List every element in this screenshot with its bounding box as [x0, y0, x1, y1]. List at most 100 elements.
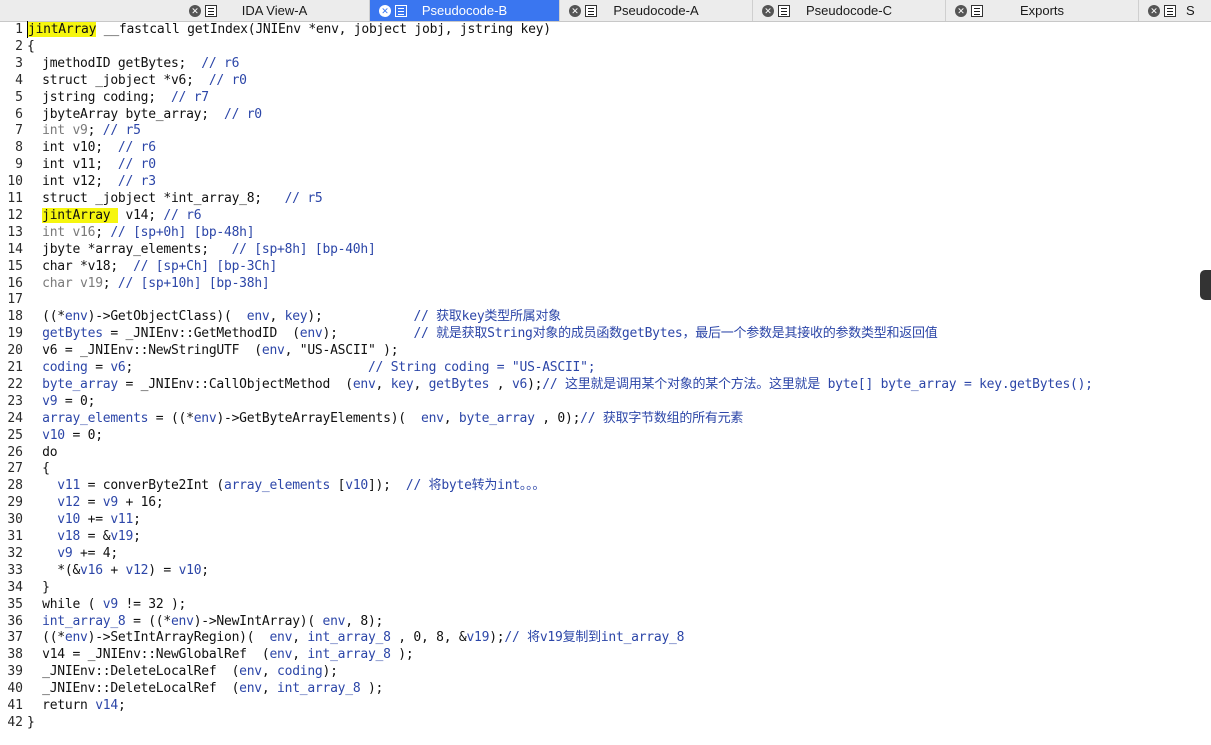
code-line[interactable]: 33 *(&v16 + v12) = v10; — [0, 562, 1200, 579]
code-comment: // [sp+10h] [bp-38h] — [110, 275, 270, 291]
code-line[interactable]: 40 _JNIEnv::DeleteLocalRef (env, int_arr… — [0, 680, 1200, 697]
code-token: ; — [133, 529, 141, 544]
code-line[interactable]: 22 byte_array = _JNIEnv::CallObjectMetho… — [0, 376, 1200, 393]
tab-exports[interactable]: ✕ Exports — [946, 0, 1139, 21]
code-line[interactable]: 38 v14 = _JNIEnv::NewGlobalRef (env, int… — [0, 646, 1200, 663]
close-icon[interactable]: ✕ — [569, 4, 581, 17]
close-icon[interactable]: ✕ — [955, 4, 967, 17]
line-number: 27 — [7, 461, 23, 477]
tab-ida-view-a[interactable]: ✕ IDA View-A — [180, 0, 370, 21]
code-line[interactable]: 7 int v9; // r5 — [0, 122, 1200, 139]
code-text: struct _jobject *int_array_8; // r5 — [27, 190, 323, 207]
tab-pseudocode-a[interactable]: ✕ Pseudocode-A — [560, 0, 753, 21]
code-text: byte_array = _JNIEnv::CallObjectMethod (… — [27, 376, 1093, 393]
code-text: int v12; // r3 — [27, 173, 156, 190]
code-line[interactable]: 12 jintArray v14; // r6 — [0, 207, 1200, 224]
code-line[interactable]: 37 ((*env)->SetIntArrayRegion)( env, int… — [0, 629, 1200, 646]
code-token: env — [239, 681, 262, 697]
line-number: 2 — [15, 38, 23, 54]
line-number: 39 — [7, 664, 23, 680]
code-token: byte_array — [458, 410, 535, 426]
code-line[interactable]: 32 v9 += 4; — [0, 545, 1200, 562]
line-number: 10 — [7, 174, 23, 190]
line-number: 37 — [7, 630, 23, 646]
code-line[interactable]: 21 coding = v6; // String coding = "US-A… — [0, 359, 1200, 376]
code-line[interactable]: 13 int v16; // [sp+0h] [bp-48h] — [0, 224, 1200, 241]
code-line[interactable]: 15 char *v18; // [sp+Ch] [bp-3Ch] — [0, 258, 1200, 275]
code-line[interactable]: 8 int v10; // r6 — [0, 139, 1200, 156]
code-line[interactable]: 35 while ( v9 != 32 ); — [0, 596, 1200, 613]
code-line[interactable]: 24 array_elements = ((*env)->GetByteArra… — [0, 410, 1200, 427]
code-line[interactable]: 3 jmethodID getBytes; // r6 — [0, 55, 1200, 72]
code-comment: // 就是获取String对象的成员函数getBytes，最后一个参数是其接收的… — [413, 326, 938, 342]
code-token: getBytes — [27, 326, 103, 342]
code-line[interactable]: 18 ((*env)->GetObjectClass)( env, key); … — [0, 308, 1200, 325]
line-number: 34 — [7, 579, 23, 595]
code-line[interactable]: 11 struct _jobject *int_array_8; // r5 — [0, 190, 1200, 207]
code-token: ); — [307, 309, 414, 325]
code-line[interactable]: 19 getBytes = _JNIEnv::GetMethodID (env)… — [0, 325, 1200, 342]
code-token: v18 — [27, 529, 81, 544]
code-line[interactable]: 29 v12 = v9 + 16; — [0, 494, 1200, 511]
code-token: key — [284, 309, 308, 325]
code-line[interactable]: 5 jstring coding; // r7 — [0, 89, 1200, 106]
code-line[interactable]: 20 v6 = _JNIEnv::NewStringUTF (env, "US-… — [0, 342, 1200, 359]
line-number: 12 — [7, 207, 23, 223]
code-line[interactable]: 10 int v12; // r3 — [0, 173, 1200, 190]
code-comment: // r3 — [117, 174, 156, 190]
code-text: } — [27, 579, 50, 596]
close-icon[interactable]: ✕ — [189, 4, 201, 17]
close-icon[interactable]: ✕ — [1148, 4, 1160, 17]
code-line[interactable]: 23 v9 = 0; — [0, 393, 1200, 410]
code-line[interactable]: 6 jbyteArray byte_array; // r0 — [0, 106, 1200, 123]
code-token: _JNIEnv::DeleteLocalRef ( — [27, 681, 240, 697]
line-number: 42 — [7, 714, 23, 730]
code-line[interactable]: 14 jbyte *array_elements; // [sp+8h] [bp… — [0, 241, 1200, 258]
code-line[interactable]: 16 char v19; // [sp+10h] [bp-38h] — [0, 275, 1200, 292]
code-line[interactable]: 2{ — [0, 38, 1200, 55]
code-line[interactable]: 28 v11 = converByte2Int (array_elements … — [0, 477, 1200, 494]
code-token: env — [352, 376, 376, 392]
code-line[interactable]: 41 return v14; — [0, 697, 1200, 714]
pseudocode-editor[interactable]: 1 jintArray __fastcall getIndex(JNIEnv *e… — [0, 21, 1200, 745]
line-number: 17 — [7, 292, 23, 308]
strings-icon — [1164, 4, 1176, 17]
code-text: char v19; // [sp+10h] [bp-38h] — [27, 275, 270, 292]
code-line[interactable]: 30 v10 += v11; — [0, 511, 1200, 528]
code-token: jstring coding; — [27, 89, 171, 105]
code-line[interactable]: 26 do — [0, 444, 1200, 461]
code-line[interactable]: 39 _JNIEnv::DeleteLocalRef (env, coding)… — [0, 663, 1200, 680]
code-line[interactable]: 9 int v11; // r0 — [0, 156, 1200, 173]
code-token: coding — [277, 664, 323, 680]
code-line[interactable]: 17 — [0, 291, 1200, 308]
code-line[interactable]: 34 } — [0, 579, 1200, 596]
code-line[interactable]: 42} — [0, 714, 1200, 731]
code-token: int v10; — [27, 140, 118, 156]
side-panel-handle[interactable] — [1200, 270, 1211, 300]
code-token: = ((* — [148, 410, 194, 426]
code-line[interactable]: 27 { — [0, 460, 1200, 477]
code-token: v10 — [27, 427, 65, 443]
code-line[interactable]: 31 v18 = &v19; — [0, 528, 1200, 545]
code-line[interactable]: 36 int_array_8 = ((*env)->NewIntArray)( … — [0, 613, 1200, 630]
close-icon[interactable]: ✕ — [762, 4, 774, 17]
line-number: 8 — [15, 140, 23, 156]
code-token: struct _jobject *int_array_8; — [27, 191, 285, 206]
line-number: 6 — [15, 106, 23, 122]
line-number: 13 — [7, 224, 23, 240]
code-token: , "US-ASCII" ); — [284, 343, 399, 359]
code-line[interactable]: 1 jintArray __fastcall getIndex(JNIEnv *e… — [0, 21, 1200, 38]
code-token: return — [27, 698, 96, 713]
code-token: [ — [330, 478, 346, 494]
tab-pseudocode-c[interactable]: ✕ Pseudocode-C — [753, 0, 946, 21]
code-token: _JNIEnv::DeleteLocalRef ( — [27, 664, 240, 680]
code-token: , — [443, 410, 459, 426]
code-token: v14 — [95, 698, 118, 713]
tab-strings[interactable]: ✕ S — [1139, 0, 1211, 21]
tab-pseudocode-b[interactable]: ✕ Pseudocode-B — [370, 0, 560, 21]
code-line[interactable]: 4 struct _jobject *v6; // r0 — [0, 72, 1200, 89]
line-number: 9 — [15, 157, 23, 173]
close-icon[interactable]: ✕ — [379, 4, 391, 17]
code-line[interactable]: 25 v10 = 0; — [0, 427, 1200, 444]
code-text: int_array_8 = ((*env)->NewIntArray)( env… — [27, 613, 383, 630]
